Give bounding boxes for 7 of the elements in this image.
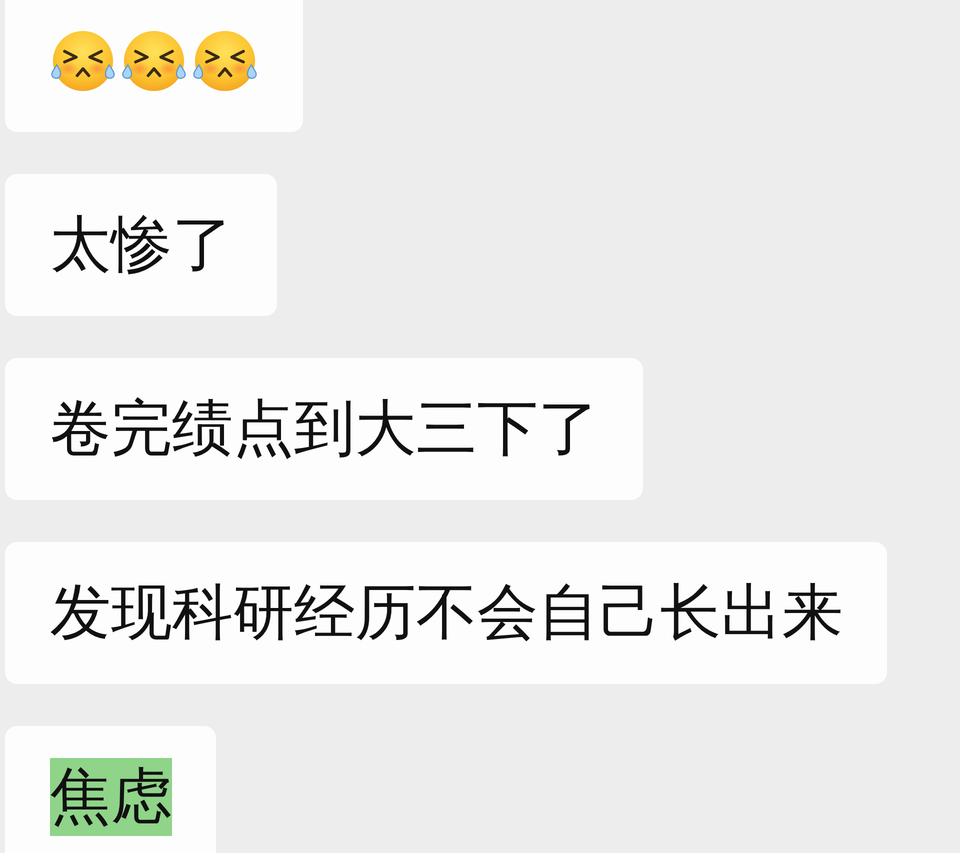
message-text: 发现科研经历不会自己长出来: [50, 576, 843, 650]
message-text: 太惨了: [50, 208, 233, 282]
highlighted-text: 焦虑: [50, 758, 172, 836]
crying-face-icon: [191, 30, 259, 92]
crying-face-icon: [120, 30, 188, 92]
message-text: 卷完绩点到大三下了: [50, 392, 599, 466]
crying-face-icon: [49, 30, 117, 92]
